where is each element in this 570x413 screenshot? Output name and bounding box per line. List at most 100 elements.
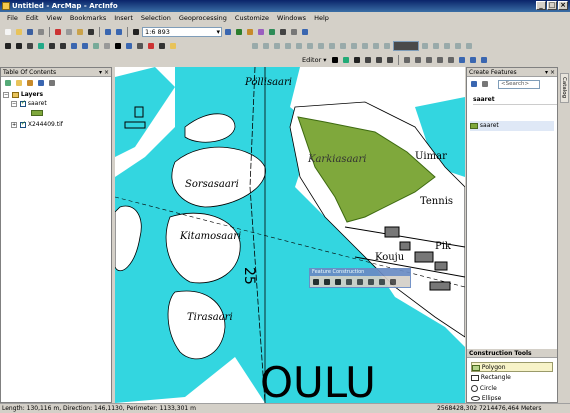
construct-direction-icon[interactable] <box>377 277 387 287</box>
create-features-close-icon[interactable]: ▾ × <box>545 68 555 77</box>
reshape-icon[interactable] <box>413 55 423 65</box>
editor-menu[interactable]: Editor ▾ <box>300 56 329 64</box>
point-icon[interactable] <box>385 55 395 65</box>
tool-circle[interactable]: Circle <box>471 384 553 394</box>
map-scale-combo[interactable]: 1:6 893 <box>142 26 222 37</box>
collapse-icon[interactable]: − <box>11 100 17 107</box>
select-features-icon[interactable] <box>91 41 101 51</box>
add-data-icon[interactable] <box>131 27 141 37</box>
construct-midpoint-icon[interactable] <box>355 277 365 287</box>
fixed-zoom-in-icon[interactable] <box>47 41 57 51</box>
saaret-symbol-swatch[interactable] <box>31 110 43 119</box>
create-features-icon[interactable] <box>479 55 489 65</box>
expand-icon[interactable]: + <box>11 121 17 128</box>
identify-icon[interactable] <box>124 41 134 51</box>
layout-tool-a-icon[interactable] <box>420 41 430 51</box>
pan-icon[interactable] <box>25 41 35 51</box>
redo-icon[interactable] <box>114 27 124 37</box>
layout-pan-icon[interactable] <box>272 41 282 51</box>
tool-ellipse[interactable]: Ellipse <box>471 395 553 403</box>
focus-data-frame-icon[interactable] <box>360 41 370 51</box>
sketch-properties-icon[interactable] <box>468 55 478 65</box>
maximize-button[interactable]: □ <box>547 1 557 10</box>
measure-icon[interactable] <box>157 41 167 51</box>
map-view[interactable]: Pöllisaari Karkiasaari Uimar Tennis Sors… <box>115 67 465 403</box>
print-icon[interactable] <box>36 27 46 37</box>
arctoolbox-icon[interactable] <box>267 27 277 37</box>
trace-icon[interactable] <box>374 55 384 65</box>
layout-tool-e-icon[interactable] <box>464 41 474 51</box>
editor-toolbar-icon[interactable] <box>223 27 233 37</box>
layer-visibility-checkbox[interactable] <box>19 120 26 128</box>
data-driven-pages-icon[interactable] <box>382 41 392 51</box>
layout-zoom-out-icon[interactable] <box>261 41 271 51</box>
delete-icon[interactable] <box>86 27 96 37</box>
modelbuilder-icon[interactable] <box>289 27 299 37</box>
menu-geoprocessing[interactable]: Geoprocessing <box>175 12 231 24</box>
forward-extent-icon[interactable] <box>80 41 90 51</box>
toc-options-icon[interactable] <box>47 78 57 88</box>
collapse-icon[interactable]: − <box>3 91 9 98</box>
catalog-icon[interactable] <box>245 27 255 37</box>
construct-distance-icon[interactable] <box>366 277 376 287</box>
paste-icon[interactable] <box>75 27 85 37</box>
tool-polygon[interactable]: Polygon <box>471 362 553 372</box>
layer-visibility-checkbox[interactable] <box>19 99 26 107</box>
close-button[interactable]: × <box>558 1 568 10</box>
zoom-whole-page-icon[interactable] <box>283 41 293 51</box>
template-item-saaret[interactable]: saaret <box>470 121 554 131</box>
help-icon[interactable] <box>300 27 310 37</box>
menu-windows[interactable]: Windows <box>273 12 310 24</box>
open-icon[interactable] <box>14 27 24 37</box>
edit-vertices-icon[interactable] <box>402 55 412 65</box>
layout-zoom-combo[interactable] <box>393 40 419 51</box>
layout-back-icon[interactable] <box>327 41 337 51</box>
zoom-out-icon[interactable] <box>14 41 24 51</box>
toc-layer-raster[interactable]: + X244409.tif <box>11 120 63 129</box>
layout-tool-b-icon[interactable] <box>431 41 441 51</box>
copy-icon[interactable] <box>64 27 74 37</box>
menu-file[interactable]: File <box>3 12 22 24</box>
straight-segment-icon[interactable] <box>352 55 362 65</box>
list-by-drawing-order-icon[interactable] <box>3 78 13 88</box>
catalog-tab[interactable]: Catalog <box>560 73 569 103</box>
undo-icon[interactable] <box>103 27 113 37</box>
layout-tool-d-icon[interactable] <box>453 41 463 51</box>
construct-segment-icon[interactable] <box>311 277 321 287</box>
table-of-contents-icon[interactable] <box>234 27 244 37</box>
menu-bookmarks[interactable]: Bookmarks <box>66 12 110 24</box>
menu-customize[interactable]: Customize <box>231 12 273 24</box>
zoom-100-icon[interactable] <box>294 41 304 51</box>
attributes-icon[interactable] <box>457 55 467 65</box>
organize-templates-icon[interactable] <box>469 79 479 89</box>
full-extent-icon[interactable] <box>36 41 46 51</box>
menu-insert[interactable]: Insert <box>110 12 137 24</box>
list-by-selection-icon[interactable] <box>36 78 46 88</box>
save-icon[interactable] <box>25 27 35 37</box>
find-icon[interactable] <box>135 41 145 51</box>
hyperlink-icon[interactable] <box>168 41 178 51</box>
menu-view[interactable]: View <box>42 12 65 24</box>
construct-trace-icon[interactable] <box>333 277 343 287</box>
menu-help[interactable]: Help <box>310 12 333 24</box>
change-layout-icon[interactable] <box>371 41 381 51</box>
draft-mode-icon[interactable] <box>349 41 359 51</box>
construct-arc-icon[interactable] <box>322 277 332 287</box>
edit-tool-icon[interactable] <box>330 55 340 65</box>
list-by-visibility-icon[interactable] <box>25 78 35 88</box>
construct-right-angle-icon[interactable] <box>344 277 354 287</box>
minimize-button[interactable]: _ <box>536 1 546 10</box>
layout-zoom-in-icon[interactable] <box>250 41 260 51</box>
layout-tool-c-icon[interactable] <box>442 41 452 51</box>
layout-forward-icon[interactable] <box>338 41 348 51</box>
rotate-icon[interactable] <box>446 55 456 65</box>
menu-edit[interactable]: Edit <box>22 12 43 24</box>
layout-fixed-zoom-out-icon[interactable] <box>316 41 326 51</box>
tool-rectangle[interactable]: Rectangle <box>471 373 553 383</box>
toc-close-icon[interactable]: ▾ × <box>99 68 109 77</box>
edit-annotation-icon[interactable] <box>341 55 351 65</box>
template-search-input[interactable]: <Search> <box>498 80 540 89</box>
clear-selection-icon[interactable] <box>102 41 112 51</box>
select-elements-icon[interactable] <box>113 41 123 51</box>
python-icon[interactable] <box>278 27 288 37</box>
